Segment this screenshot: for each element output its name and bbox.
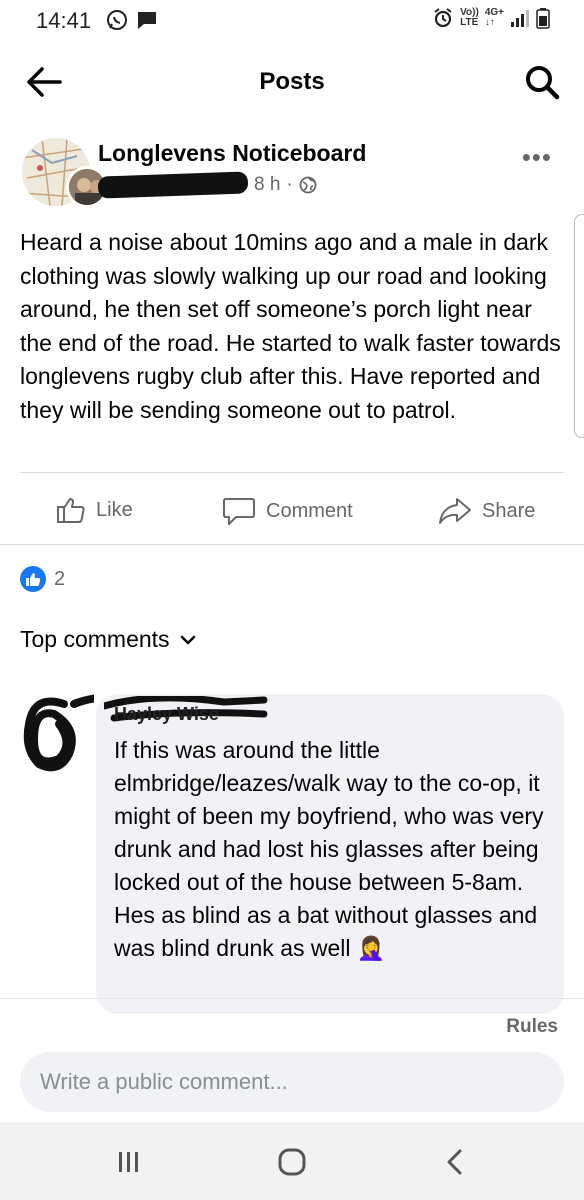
data-arrows-label: ↓↑ (484, 17, 495, 28)
like-button[interactable]: Like (56, 496, 133, 524)
status-time: 14:41 (36, 8, 92, 33)
redacted-author (97, 171, 249, 199)
more-options-button[interactable]: ••• (522, 142, 552, 173)
home-icon (278, 1148, 306, 1176)
android-nav-bar (0, 1122, 584, 1200)
like-reaction-icon (20, 566, 46, 592)
comment-input[interactable] (20, 1052, 564, 1112)
search-icon (526, 66, 560, 100)
comment-label: Comment (266, 499, 353, 522)
like-label: Like (96, 498, 133, 521)
recent-apps-button[interactable] (108, 1146, 148, 1178)
app-header: Posts (0, 50, 584, 114)
comment-bubble: Hayley Wise If this was around the littl… (96, 694, 564, 1014)
comment-sort-label: Top comments (20, 626, 170, 652)
globe-icon (299, 176, 317, 194)
page-title: Posts (259, 68, 325, 95)
commenter-avatar[interactable] (14, 684, 118, 784)
comment-button[interactable]: Comment (222, 496, 353, 526)
group-name[interactable]: Longlevens Noticeboard (98, 140, 366, 167)
back-nav-button[interactable] (436, 1146, 476, 1178)
comment-text: If this was around the little elmbridge/… (114, 734, 554, 965)
recent-apps-icon (119, 1152, 138, 1172)
post-header: Longlevens Noticeboard 8 h · ••• (22, 138, 562, 208)
home-button[interactable] (272, 1146, 312, 1178)
back-nav-icon (447, 1149, 462, 1175)
scroll-indicator (574, 214, 584, 438)
share-label: Share (482, 499, 536, 522)
comment-author[interactable]: Hayley Wise (114, 704, 219, 725)
rules-link[interactable]: Rules (506, 1016, 558, 1038)
comment-body: If this was around the little elmbridge/… (114, 737, 544, 961)
comment-composer[interactable] (20, 1052, 564, 1112)
signal-icon (511, 10, 529, 27)
facepalm-emoji: 🤦‍♀️ (356, 935, 386, 961)
divider (20, 472, 564, 473)
lte-label: LTE (460, 17, 479, 28)
post-body: Heard a noise about 10mins ago and a mal… (20, 229, 561, 423)
divider (0, 998, 584, 999)
scribbled-avatar (23, 693, 118, 772)
message-icon (138, 12, 156, 29)
alarm-icon (434, 8, 452, 28)
thumbs-up-icon (57, 498, 85, 523)
reaction-summary[interactable]: 2 (20, 566, 65, 592)
post-actions: Like Comment Share (0, 480, 584, 540)
post-time[interactable]: 8 h (254, 174, 280, 196)
comment-sort-dropdown[interactable]: Top comments (20, 626, 196, 653)
comment-icon (223, 498, 255, 525)
section-divider (0, 544, 584, 545)
post-meta: 8 h · (97, 171, 317, 199)
whatsapp-icon (107, 10, 127, 30)
share-button[interactable]: Share (438, 496, 535, 526)
status-bar: 14:41 Vo)) LTE 4G+ ↓↑ (0, 0, 584, 42)
battery-icon (536, 8, 550, 29)
meta-separator: · (286, 174, 293, 195)
search-button[interactable] (522, 62, 562, 102)
share-icon (439, 498, 471, 524)
chevron-down-icon (180, 635, 195, 644)
reaction-count: 2 (54, 567, 66, 590)
